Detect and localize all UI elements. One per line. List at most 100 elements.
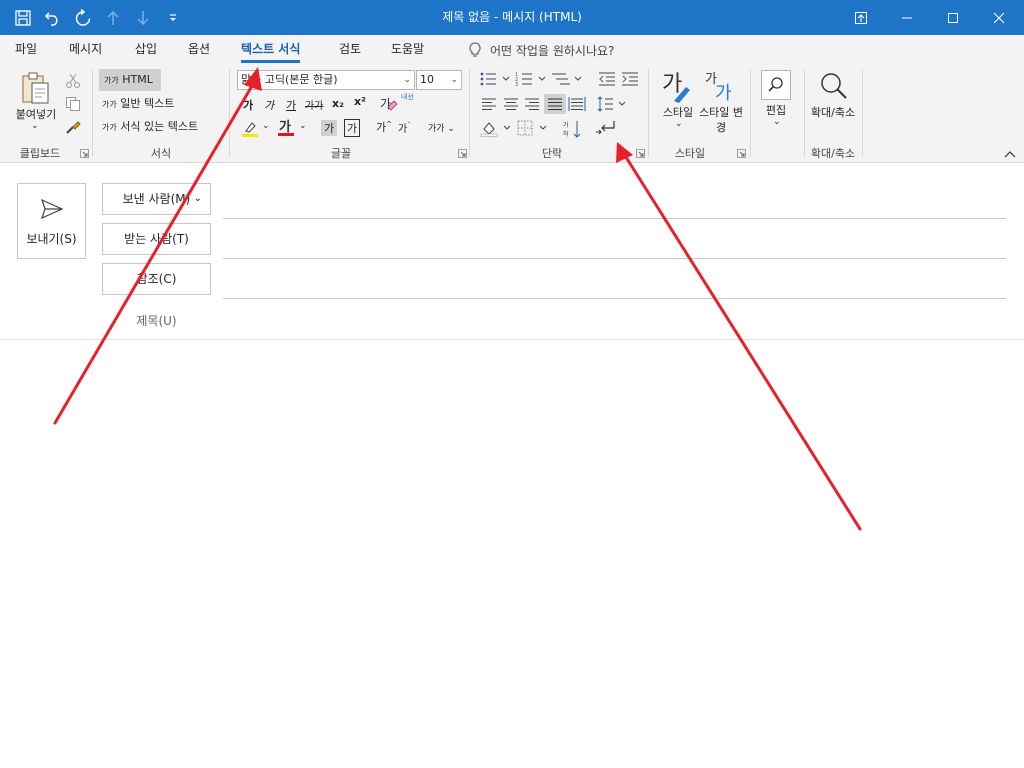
text-direction-icon[interactable] — [594, 118, 618, 138]
justify-icon[interactable] — [544, 94, 566, 114]
copy-icon[interactable] — [64, 95, 82, 113]
editing-dropdown-icon[interactable]: ⌄ — [773, 117, 781, 127]
to-button[interactable]: 받는 사람(T) — [102, 223, 211, 255]
from-button[interactable]: 보낸 사람(M) ⌄ — [102, 183, 211, 215]
sort-icon[interactable]: 가하 — [562, 119, 582, 139]
tell-me-search[interactable]: 어떤 작업을 원하시나요? — [468, 35, 614, 65]
cut-icon[interactable] — [64, 72, 82, 90]
compose-header: 보내기(S) 보낸 사람(M) ⌄ 받는 사람(T) 참조(C) 제목(U) — [0, 163, 1024, 340]
svg-text:가: 가 — [279, 120, 291, 135]
cc-button[interactable]: 참조(C) — [102, 263, 211, 295]
font-name-combo[interactable]: 맑은 고딕(본문 한글) ⌄ — [237, 70, 415, 90]
align-right-icon[interactable] — [524, 96, 540, 112]
italic-button[interactable]: 가 — [264, 97, 274, 113]
close-icon[interactable] — [976, 0, 1022, 35]
tab-file[interactable]: 파일 — [15, 35, 37, 65]
format-rich-text-button[interactable]: 가가 서식 있는 텍스트 — [102, 118, 198, 134]
font-color-icon[interactable]: 가 — [276, 118, 296, 138]
subject-label: 제목(U) — [136, 314, 177, 328]
tab-insert[interactable]: 삽입 — [135, 35, 157, 65]
styles-dialog-launcher-icon[interactable] — [737, 149, 746, 158]
paragraph-dialog-launcher-icon[interactable] — [636, 149, 645, 158]
character-border-button[interactable]: 가 — [344, 119, 361, 137]
clear-formatting-icon[interactable]: 가 — [378, 94, 400, 114]
format-html-button[interactable]: 가가 HTML — [99, 69, 161, 91]
zoom-icon[interactable] — [816, 70, 850, 104]
undo-icon[interactable] — [40, 5, 66, 31]
distributed-icon[interactable] — [568, 95, 586, 113]
save-icon[interactable] — [10, 5, 36, 31]
font-dialog-launcher-icon[interactable] — [458, 149, 467, 158]
svg-text:가: 가 — [563, 121, 569, 129]
ribbon-display-options-icon[interactable] — [838, 0, 884, 35]
font-color-dropdown-icon[interactable]: ⌄ — [299, 121, 307, 131]
next-item-icon[interactable] — [130, 5, 156, 31]
borders-icon[interactable] — [516, 119, 550, 137]
styles-gallery-icon[interactable]: 가 — [660, 69, 696, 105]
separator — [750, 69, 751, 157]
format-html-label: HTML — [122, 73, 153, 86]
paste-icon[interactable] — [20, 71, 52, 109]
lightbulb-icon — [469, 42, 481, 57]
line-spacing-icon[interactable] — [597, 95, 631, 113]
change-case-button[interactable]: 가가 ⌄ — [428, 121, 455, 134]
cc-input-line[interactable] — [223, 298, 1006, 299]
phonetic-guide-button[interactable]: 내선 — [401, 93, 421, 102]
message-body[interactable] — [0, 341, 1024, 768]
numbering-icon[interactable]: 123 — [515, 71, 549, 87]
styles-button[interactable]: 스타일 — [656, 105, 700, 120]
shading-icon[interactable] — [480, 119, 514, 137]
underline-button[interactable]: 가 — [286, 97, 296, 113]
align-left-icon[interactable] — [481, 96, 497, 112]
separator — [804, 69, 805, 157]
tab-review[interactable]: 검토 — [339, 35, 361, 65]
increase-indent-icon[interactable] — [621, 71, 639, 87]
minimize-icon[interactable] — [884, 0, 930, 35]
send-button[interactable]: 보내기(S) — [17, 183, 86, 259]
bullets-icon[interactable] — [479, 71, 513, 87]
bold-button[interactable]: 가 — [243, 97, 253, 113]
editing-button[interactable]: 편집 — [754, 103, 798, 118]
format-rich-prefix: 가가 — [102, 123, 117, 132]
clipboard-dialog-launcher-icon[interactable] — [80, 149, 89, 158]
subscript-button[interactable]: x₂ — [332, 97, 344, 110]
highlight-color-icon[interactable] — [240, 119, 260, 139]
previous-item-icon[interactable] — [100, 5, 126, 31]
decrease-indent-icon[interactable] — [598, 71, 616, 87]
format-painter-icon[interactable] — [64, 118, 82, 136]
separator — [92, 69, 93, 157]
to-input-line[interactable] — [223, 258, 1006, 259]
paste-button[interactable]: 붙여넣기 — [8, 107, 64, 122]
styles-dropdown-icon[interactable]: ⌄ — [675, 119, 683, 129]
font-name-dropdown-icon[interactable]: ⌄ — [403, 71, 411, 89]
tab-options[interactable]: 옵션 — [188, 35, 210, 65]
ribbon: 붙여넣기 ⌄ 클립보드 가가 HTML 가가 일반 텍스트 가가 서식 있는 텍… — [0, 65, 1024, 163]
separator — [862, 69, 863, 157]
redo-icon[interactable] — [70, 5, 96, 31]
tab-message[interactable]: 메시지 — [69, 35, 102, 65]
tab-format-text[interactable]: 텍스트 서식 — [241, 35, 301, 65]
customize-toolbar-icon[interactable] — [160, 5, 186, 31]
title-bar: 제목 없음 - 메시지 (HTML) — [0, 0, 1024, 35]
highlight-color-dropdown-icon[interactable]: ⌄ — [262, 121, 270, 131]
collapse-ribbon-icon[interactable] — [1004, 149, 1016, 159]
zoom-button[interactable]: 확대/축소 — [808, 105, 858, 120]
font-size-dropdown-icon[interactable]: ⌄ — [450, 71, 458, 89]
format-rich-label: 서식 있는 텍스트 — [120, 120, 199, 133]
change-styles-button[interactable]: 스타일 변경 — [698, 105, 744, 135]
maximize-icon[interactable] — [930, 0, 976, 35]
strikethrough-button[interactable]: 가가 — [305, 97, 323, 112]
font-size-combo[interactable]: 10 ⌄ — [416, 70, 462, 90]
font-name-value: 맑은 고딕(본문 한글) — [241, 73, 338, 86]
multilevel-list-icon[interactable] — [551, 71, 585, 87]
format-plain-text-button[interactable]: 가가 일반 텍스트 — [102, 95, 174, 111]
align-center-icon[interactable] — [503, 96, 519, 112]
change-styles-icon[interactable]: 가가 — [703, 69, 739, 105]
paste-dropdown-icon[interactable]: ⌄ — [31, 121, 39, 131]
find-icon[interactable] — [761, 70, 791, 100]
character-shading-button[interactable]: 가 — [321, 120, 338, 136]
from-field-line — [223, 218, 1006, 219]
tab-help[interactable]: 도움말 — [391, 35, 424, 65]
superscript-button[interactable]: x² — [354, 95, 366, 108]
paragraph-group-label: 단락 — [541, 147, 563, 160]
